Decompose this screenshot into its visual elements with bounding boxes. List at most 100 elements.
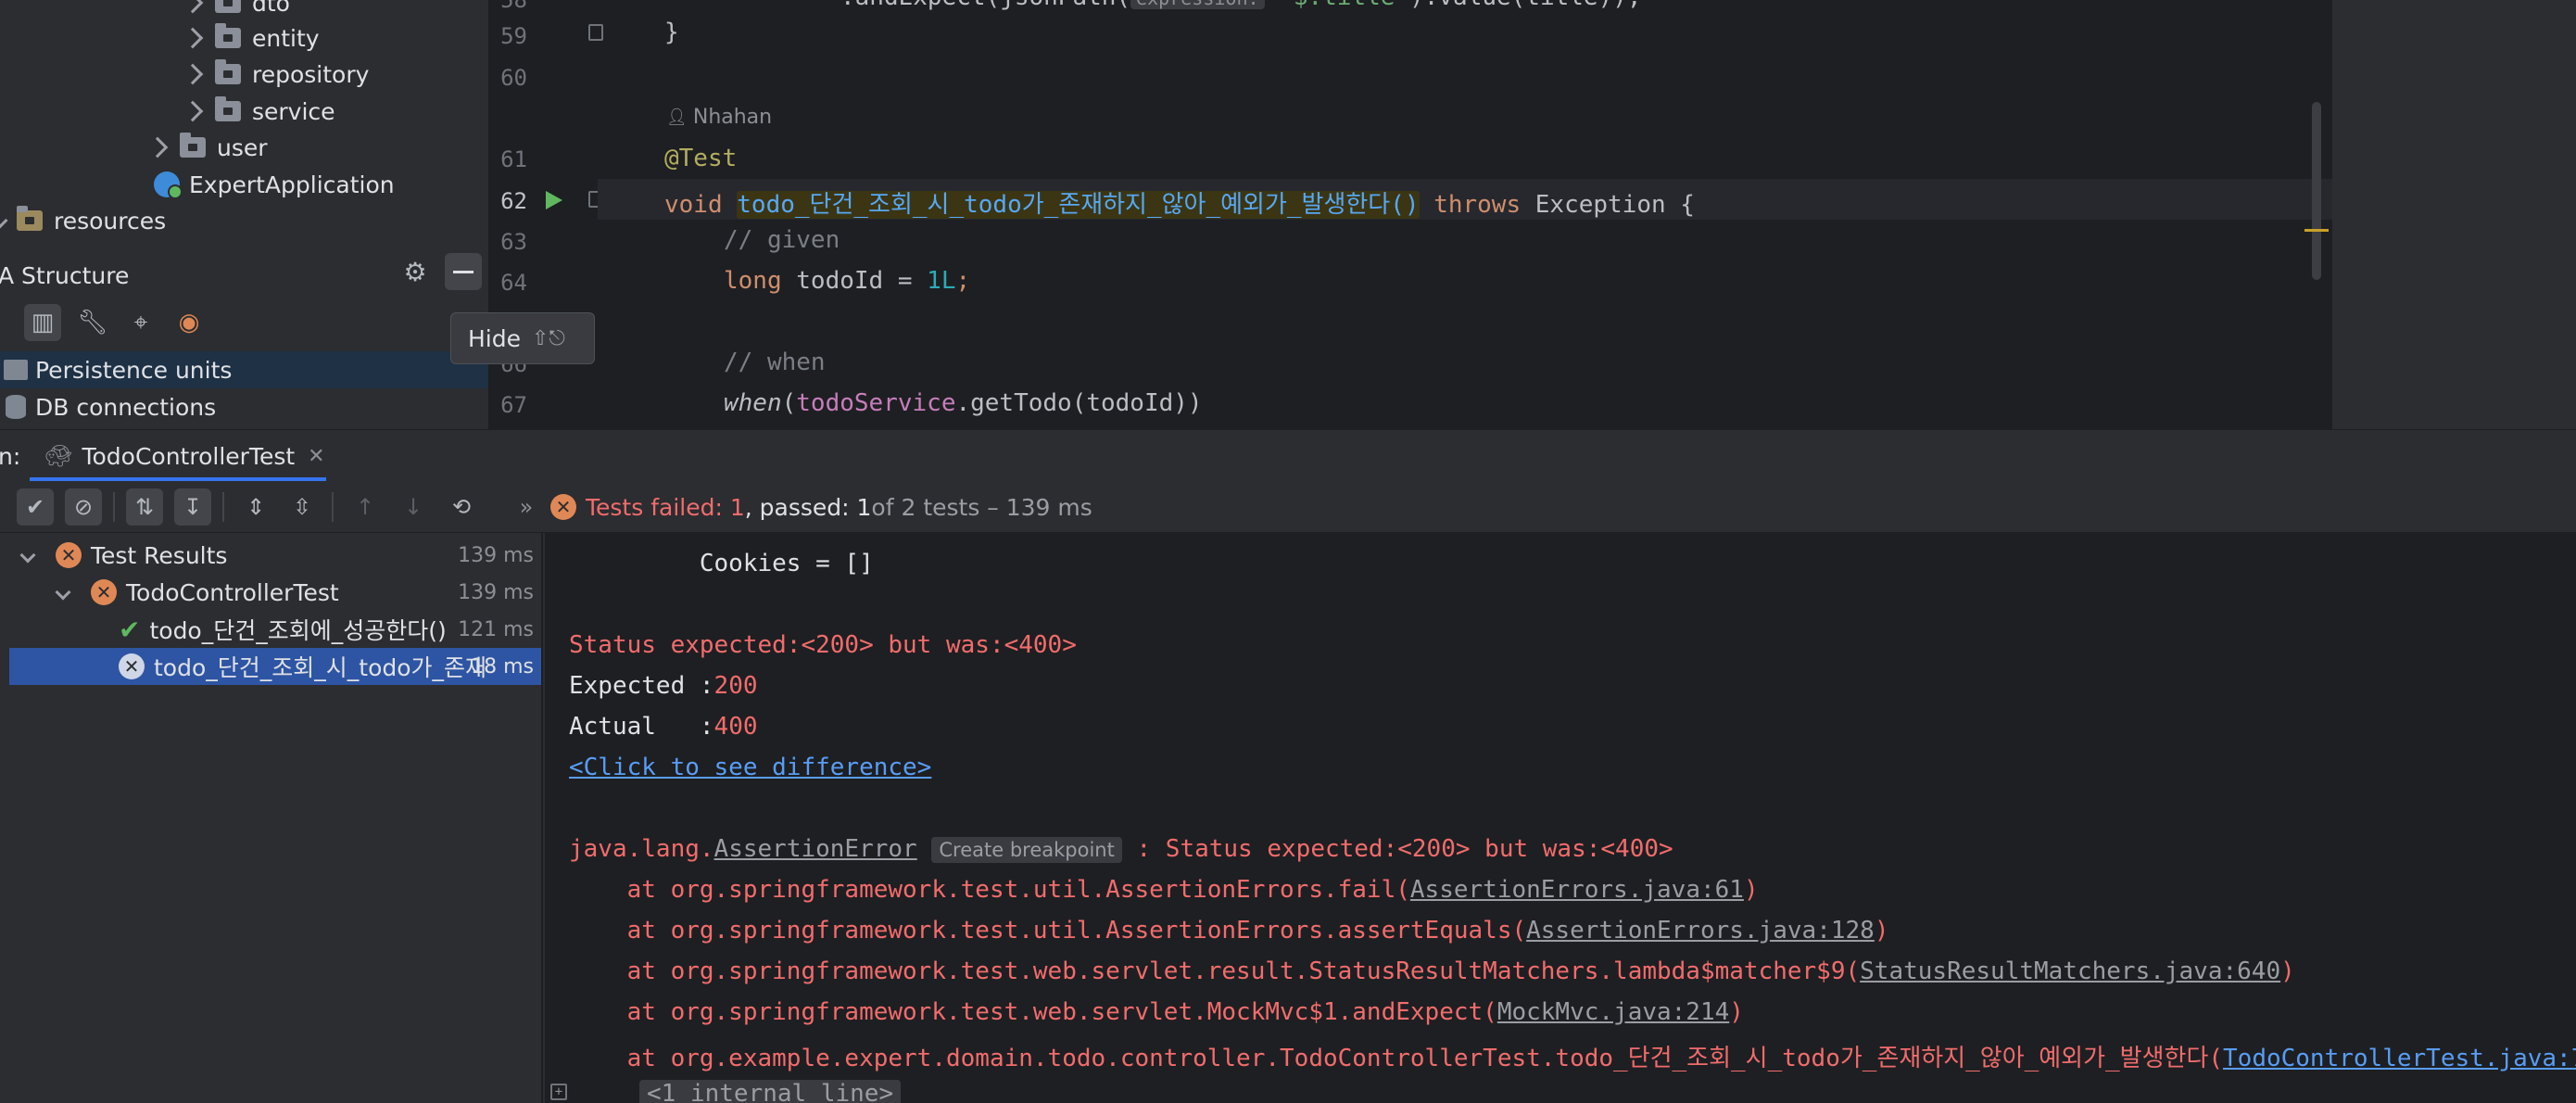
tree-item-user[interactable]: user [146,130,268,165]
expand-icon[interactable]: + [550,1084,567,1100]
previous-failed-button[interactable]: ↑ [347,488,384,526]
hide-panel-button[interactable] [445,253,482,290]
persistence-icon [4,360,28,380]
result-row-failed-test[interactable]: ✕ todo_단건_조회_시_todo가_존재 18 ms [9,648,541,685]
show-ignored-button[interactable]: ⊘ [65,488,102,526]
code-editor[interactable]: 58 59 60 61 62 63 64 66 67 .andExpect(js… [488,0,2576,429]
result-label: Test Results [91,541,228,569]
structure-view-button[interactable]: ▥ [24,304,61,341]
error-icon: ✕ [119,653,145,679]
warning-marker[interactable] [2305,229,2329,232]
stack-line: at org.springframework.test.util.Asserti… [569,876,1759,904]
result-time: 121 ms [458,617,534,641]
test-results-tree: ✕ Test Results 139 ms ✕ TodoControllerTe… [0,533,543,1103]
code-line: long todoId = 1L; [724,267,971,295]
tree-item-service[interactable]: service [182,94,335,129]
test-history-button[interactable]: ⟲ [443,488,480,526]
chevron-down-icon [19,547,36,564]
close-icon[interactable]: ✕ [308,445,324,468]
project-tree: dto entity repository service user Exper… [0,0,488,252]
history-icon: ⟲ [451,494,472,520]
toolbar-separator [113,492,115,522]
editor-scrollbar[interactable] [2312,102,2321,280]
show-passed-button[interactable]: ✔ [17,488,54,526]
result-row-test-results[interactable]: ✕ Test Results 139 ms [9,537,541,574]
line-number: 67 [500,392,527,418]
result-row-passed-test[interactable]: ✔ todo_단건_조회에_성공한다() 121 ms [9,611,541,648]
stack-line: at org.springframework.test.web.servlet.… [569,998,1744,1026]
create-breakpoint-button[interactable]: Create breakpoint [931,837,1122,863]
crosshair-icon[interactable]: ⌖ [122,304,159,341]
tree-item-expert-application[interactable]: ExpertApplication [154,167,395,202]
internal-lines-fold[interactable]: <1 internal line> [639,1080,902,1103]
chevron-down-icon [55,584,71,601]
total-tests: of 2 tests – 139 ms [871,493,1092,521]
structure-item-persistence-units[interactable]: Persistence units [0,351,488,388]
collapse-all-icon: ⇳ [292,494,312,520]
tree-item-label: repository [252,60,370,88]
structure-item-label: Persistence units [35,356,233,384]
preview-icon[interactable]: ◉ [170,304,208,341]
fold-icon[interactable] [588,24,603,41]
check-icon: ✔ [25,494,45,520]
result-row-todo-controller-test[interactable]: ✕ TodoControllerTest 139 ms [9,574,541,611]
source-link[interactable]: AssertionErrors.java:128 [1526,917,1875,945]
error-icon: ✕ [550,494,576,520]
error-icon: ✕ [56,542,82,568]
expand-all-icon: ⇕ [246,494,266,520]
wrench-icon[interactable]: 🔧︎ [74,304,111,341]
more-button[interactable]: » [508,488,545,526]
tooltip-shortcut: ⇧⎋ [532,326,565,350]
source-link[interactable]: AssertionErrors.java:61 [1410,876,1744,904]
line-number: 61 [500,146,527,172]
tree-item-label: ExpertApplication [189,171,395,198]
sort-alphabetically-button[interactable]: ⇅ [126,488,163,526]
folder-icon [215,96,241,121]
arrow-down-icon: ↓ [403,494,423,520]
tree-item-dto[interactable]: dto [182,0,290,20]
tree-item-resources[interactable]: resources [0,203,166,238]
tree-item-repository[interactable]: repository [182,57,370,92]
expand-all-button[interactable]: ⇕ [237,488,274,526]
ignored-icon: ⊘ [73,494,94,520]
parameter-hint: expression: [1130,0,1265,9]
exception-class-link[interactable]: AssertionError [714,835,917,863]
chevron-right-icon [182,0,204,14]
chevron-right-icon [182,100,204,122]
gear-icon[interactable]: ⚙ [397,253,434,290]
panel-title: A Structure [0,261,130,289]
click-to-see-difference-link[interactable]: <Click to see difference> [569,754,931,781]
line-number: 64 [500,270,527,296]
sort-alpha-icon: ⇅ [134,494,155,520]
resources-folder-icon [17,206,43,231]
source-link[interactable]: MockMvc.java:214 [1497,998,1729,1026]
console-line: Expected :200 [569,672,758,700]
source-link[interactable]: TodoControllerTest.java:72 [2223,1045,2576,1072]
next-failed-button[interactable]: ↓ [395,488,432,526]
author-hint[interactable]: 👤︎ Nhahan [666,106,772,129]
source-link[interactable]: StatusResultMatchers.java:640 [1860,957,2280,985]
collapse-all-button[interactable]: ⇳ [284,488,321,526]
tooltip-label: Hide [468,324,521,352]
console-line: Cookies = [] [569,550,874,577]
result-label: todo_단건_조회에_성공한다() [149,617,447,644]
code-line: .andExpect(jsonPath(expression: "$.title… [840,0,1642,11]
stack-line: at org.example.expert.domain.todo.contro… [569,1039,2576,1073]
sort-by-duration-button[interactable]: ↧ [174,488,211,526]
tree-item-label: resources [54,207,167,235]
result-time: 139 ms [458,580,534,604]
code-line: @Test [664,145,738,172]
folder-icon [180,133,206,158]
tab-todo-controller-test[interactable]: 🐢︎ TodoControllerTest ✕ [30,430,340,482]
console-line: Status expected:<200> but was:<400> [569,631,1077,659]
tree-item-entity[interactable]: entity [182,20,320,56]
result-time: 139 ms [458,543,534,567]
structure-item-db-connections[interactable]: DB connections [0,388,488,425]
run-toolbar: ✔ ⊘ ⇅ ↧ ⇕ ⇳ ↑ ↓ ⟲ » ✕ Tests failed: 1 , … [0,481,2576,533]
folder-icon [215,23,241,48]
run-tool-window-header: n: 🐢︎ TodoControllerTest ✕ [0,429,2576,482]
run-test-icon[interactable] [546,191,562,209]
test-console-output[interactable]: Cookies = [] Status expected:<200> but w… [545,533,2576,1103]
line-number: 60 [500,65,527,91]
code-line: void todo_단건_조회_시_todo가_존재하지_않아_예외가_발생한다… [664,191,1695,219]
